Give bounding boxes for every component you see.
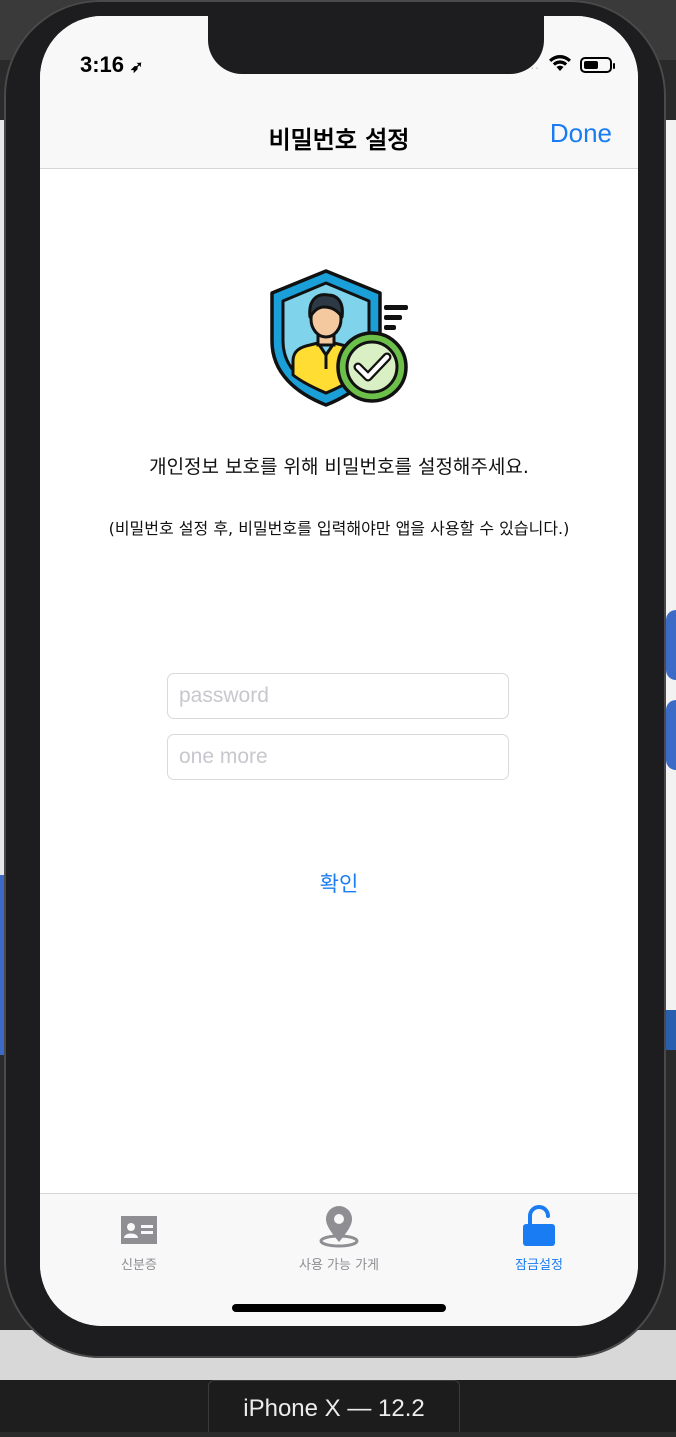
password-confirm-input[interactable] <box>168 735 508 779</box>
location-arrow-icon: ➶ <box>130 59 144 76</box>
page-title: 비밀번호 설정 <box>268 126 410 154</box>
iphone-frame: 3:16➶ .... 비밀번호 설정 Done <box>4 0 666 1358</box>
tab-stores[interactable]: 사용 가능 가게 <box>249 1204 429 1273</box>
confirm-button[interactable]: 확인 <box>40 867 638 899</box>
password-setup-content: 개인정보 보호를 위해 비밀번호를 설정해주세요. (비밀번호 설정 후, 비밀… <box>40 169 638 1193</box>
app-screen: 3:16➶ .... 비밀번호 설정 Done <box>40 16 638 1326</box>
tab-label: 잠금설정 <box>515 1258 563 1273</box>
password-confirm-field[interactable] <box>167 734 509 780</box>
background-decoration <box>666 610 676 680</box>
device-notch <box>208 16 544 74</box>
navigation-bar: 비밀번호 설정 Done <box>40 106 638 169</box>
tab-lock-settings[interactable]: 잠금설정 <box>449 1204 629 1273</box>
battery-icon <box>580 57 615 73</box>
done-button[interactable]: Done <box>550 118 612 149</box>
privacy-message: 개인정보 보호를 위해 비밀번호를 설정해주세요. <box>149 456 529 478</box>
home-indicator[interactable] <box>232 1304 446 1312</box>
tab-label: 사용 가능 가게 <box>298 1258 380 1273</box>
status-time-text: 3:16 <box>80 52 125 77</box>
unlock-icon <box>449 1204 629 1248</box>
map-pin-icon <box>249 1204 429 1248</box>
password-field[interactable] <box>167 673 509 719</box>
status-time: 3:16 ➶ <box>80 52 143 78</box>
background-decoration <box>666 700 676 770</box>
tab-id-card[interactable]: 신분증 <box>49 1204 229 1273</box>
simulator-device-label: iPhone X — 12.2 <box>208 1380 460 1432</box>
privacy-submessage: (비밀번호 설정 후, 비밀번호를 입력해야만 앱을 사용할 수 있습니다.) <box>108 519 570 538</box>
tab-label: 신분증 <box>121 1258 157 1273</box>
id-card-icon <box>49 1204 229 1248</box>
wifi-icon <box>548 54 572 76</box>
shield-user-check-icon <box>266 265 416 410</box>
password-input[interactable] <box>168 674 508 718</box>
